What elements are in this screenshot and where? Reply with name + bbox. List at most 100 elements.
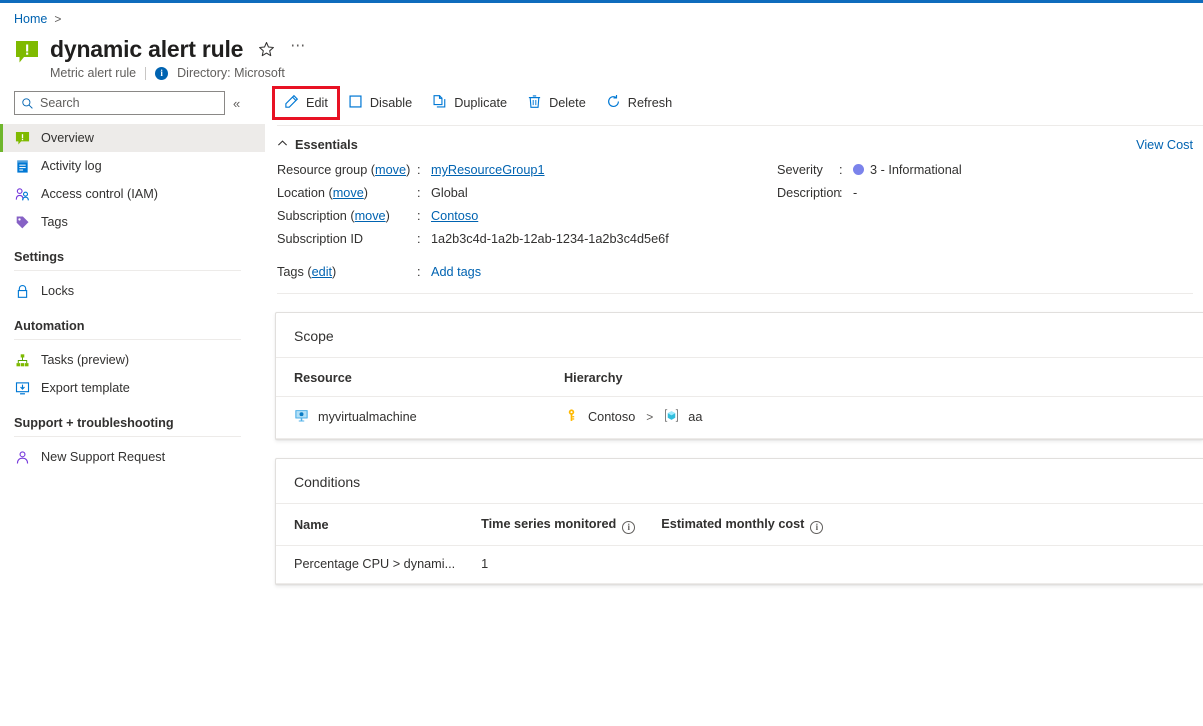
scope-card: Scope Resource Hierarchy: [275, 312, 1203, 440]
sidebar-item-label: Overview: [41, 131, 94, 145]
refresh-button[interactable]: Refresh: [597, 89, 681, 117]
checkbox-icon: [348, 94, 363, 112]
subscription-id-value: 1a2b3c4d-1a2b-12ab-1234-1a2b3c4d5e6f: [431, 231, 669, 248]
move-link[interactable]: move: [333, 186, 364, 200]
column-header-estimated-cost[interactable]: Estimated monthly costi: [643, 504, 1203, 546]
copy-icon: [432, 94, 447, 112]
info-icon[interactable]: i: [622, 521, 635, 534]
refresh-button-label: Refresh: [628, 96, 672, 110]
sidebar-item-label: Export template: [41, 381, 130, 395]
subtitle-divider: [145, 67, 146, 80]
resource-group-value[interactable]: myResourceGroup1: [431, 162, 545, 179]
edit-button-label: Edit: [306, 96, 328, 110]
essentials-label: Description: [777, 185, 839, 202]
tasks-icon: [14, 352, 30, 368]
scope-hierarchy-cell: Contoso > aa: [546, 397, 1203, 439]
sidebar-item-new-support-request[interactable]: New Support Request: [0, 443, 265, 471]
page-header: dynamic alert rule ⋯ Metric alert rule i…: [0, 29, 1203, 80]
duplicate-button[interactable]: Duplicate: [423, 89, 516, 117]
conditions-card: Conditions Name Time series monitoredi E…: [275, 458, 1203, 585]
column-header-hierarchy[interactable]: Hierarchy: [546, 358, 1203, 397]
essentials-row-subscription-id: Subscription ID : 1a2b3c4d-1a2b-12ab-123…: [277, 231, 777, 248]
essentials-colon: :: [839, 185, 853, 202]
sidebar-section-support: Support + troubleshooting: [0, 402, 265, 434]
metric-alert-rule-icon: [14, 39, 40, 65]
chevron-up-icon: [277, 138, 288, 152]
sidebar-item-activity-log[interactable]: Activity log: [0, 152, 265, 180]
info-icon: i: [155, 67, 168, 80]
sidebar: « Overview: [0, 80, 265, 726]
key-icon: [564, 408, 579, 426]
support-request-icon: [14, 449, 30, 465]
command-toolbar: Edit Disable Duplicate: [265, 87, 1203, 119]
essentials-toggle[interactable]: Essentials: [277, 138, 358, 152]
essentials-label: Location (move): [277, 185, 417, 202]
essentials-right-column: Severity : 3 - Informational Description…: [777, 162, 962, 248]
condition-time-series-cell: 1: [463, 545, 643, 583]
sidebar-section-divider: [14, 339, 241, 340]
sidebar-section-automation: Automation: [0, 305, 265, 337]
table-row[interactable]: Percentage CPU > dynami... 1: [276, 545, 1203, 583]
info-icon[interactable]: i: [810, 521, 823, 534]
scope-resource-cell: myvirtualmachine: [276, 397, 546, 439]
severity-value: 3 - Informational: [853, 162, 962, 179]
sidebar-section-settings: Settings: [0, 236, 265, 268]
table-row[interactable]: myvirtualmachine: [276, 397, 1203, 439]
chevron-double-left-icon[interactable]: «: [233, 96, 240, 111]
essentials-colon: :: [417, 208, 431, 225]
export-template-icon: [14, 380, 30, 396]
essentials-label: Severity: [777, 162, 839, 179]
essentials-label: Resource group (move): [277, 162, 417, 179]
column-header-time-series[interactable]: Time series monitoredi: [463, 504, 643, 546]
delete-button[interactable]: Delete: [518, 89, 595, 117]
search-input[interactable]: [15, 96, 224, 110]
column-header-name[interactable]: Name: [276, 504, 463, 546]
view-cost-link[interactable]: View Cost: [1136, 138, 1193, 152]
scope-card-title: Scope: [276, 313, 1203, 357]
scope-table: Resource Hierarchy: [276, 357, 1203, 439]
essentials-colon: :: [417, 264, 431, 281]
sidebar-item-overview[interactable]: Overview: [0, 124, 265, 152]
move-link[interactable]: move: [355, 209, 386, 223]
access-control-icon: [14, 186, 30, 202]
search-box[interactable]: [14, 91, 225, 115]
activity-log-icon: [14, 158, 30, 174]
essentials-label: Subscription (move): [277, 208, 417, 225]
essentials-divider: [277, 293, 1193, 294]
sidebar-item-access-control[interactable]: Access control (IAM): [0, 180, 265, 208]
sidebar-item-label: New Support Request: [41, 450, 165, 464]
edit-button[interactable]: Edit: [275, 89, 337, 117]
essentials-colon: :: [839, 162, 853, 179]
disable-button[interactable]: Disable: [339, 89, 421, 117]
sidebar-item-tags[interactable]: Tags: [0, 208, 265, 236]
add-tags-link[interactable]: Add tags: [431, 264, 481, 281]
essentials-row-description: Description : -: [777, 185, 962, 202]
essentials-left-column: Resource group (move) : myResourceGroup1…: [277, 162, 777, 248]
ellipsis-icon[interactable]: ⋯: [289, 40, 307, 58]
condition-estimated-cost-cell: [643, 545, 1203, 583]
sidebar-item-label: Tags: [41, 215, 68, 229]
subscription-value[interactable]: Contoso: [431, 208, 478, 225]
search-icon: [21, 97, 34, 110]
star-icon[interactable]: [257, 40, 275, 58]
essentials-colon: :: [417, 231, 431, 248]
edit-tags-link[interactable]: edit: [312, 265, 332, 279]
column-header-resource[interactable]: Resource: [276, 358, 546, 397]
breadcrumb-home[interactable]: Home: [14, 12, 47, 26]
move-link[interactable]: move: [375, 163, 406, 177]
sidebar-item-export-template[interactable]: Export template: [0, 374, 265, 402]
essentials-heading: Essentials: [295, 138, 358, 152]
virtual-machine-icon: [294, 408, 309, 426]
sidebar-nav: Overview Activity log: [0, 124, 265, 471]
delete-button-label: Delete: [549, 96, 586, 110]
essentials-colon: :: [417, 162, 431, 179]
sidebar-item-label: Locks: [41, 284, 74, 298]
sidebar-item-locks[interactable]: Locks: [0, 277, 265, 305]
hierarchy-group: aa: [688, 410, 702, 424]
hierarchy-separator: >: [646, 410, 653, 424]
main-content: Edit Disable Duplicate: [265, 80, 1203, 726]
sidebar-item-tasks[interactable]: Tasks (preview): [0, 346, 265, 374]
table-header-row: Name Time series monitoredi Estimated mo…: [276, 504, 1203, 546]
directory-label: Directory: Microsoft: [177, 66, 285, 80]
trash-icon: [527, 94, 542, 112]
